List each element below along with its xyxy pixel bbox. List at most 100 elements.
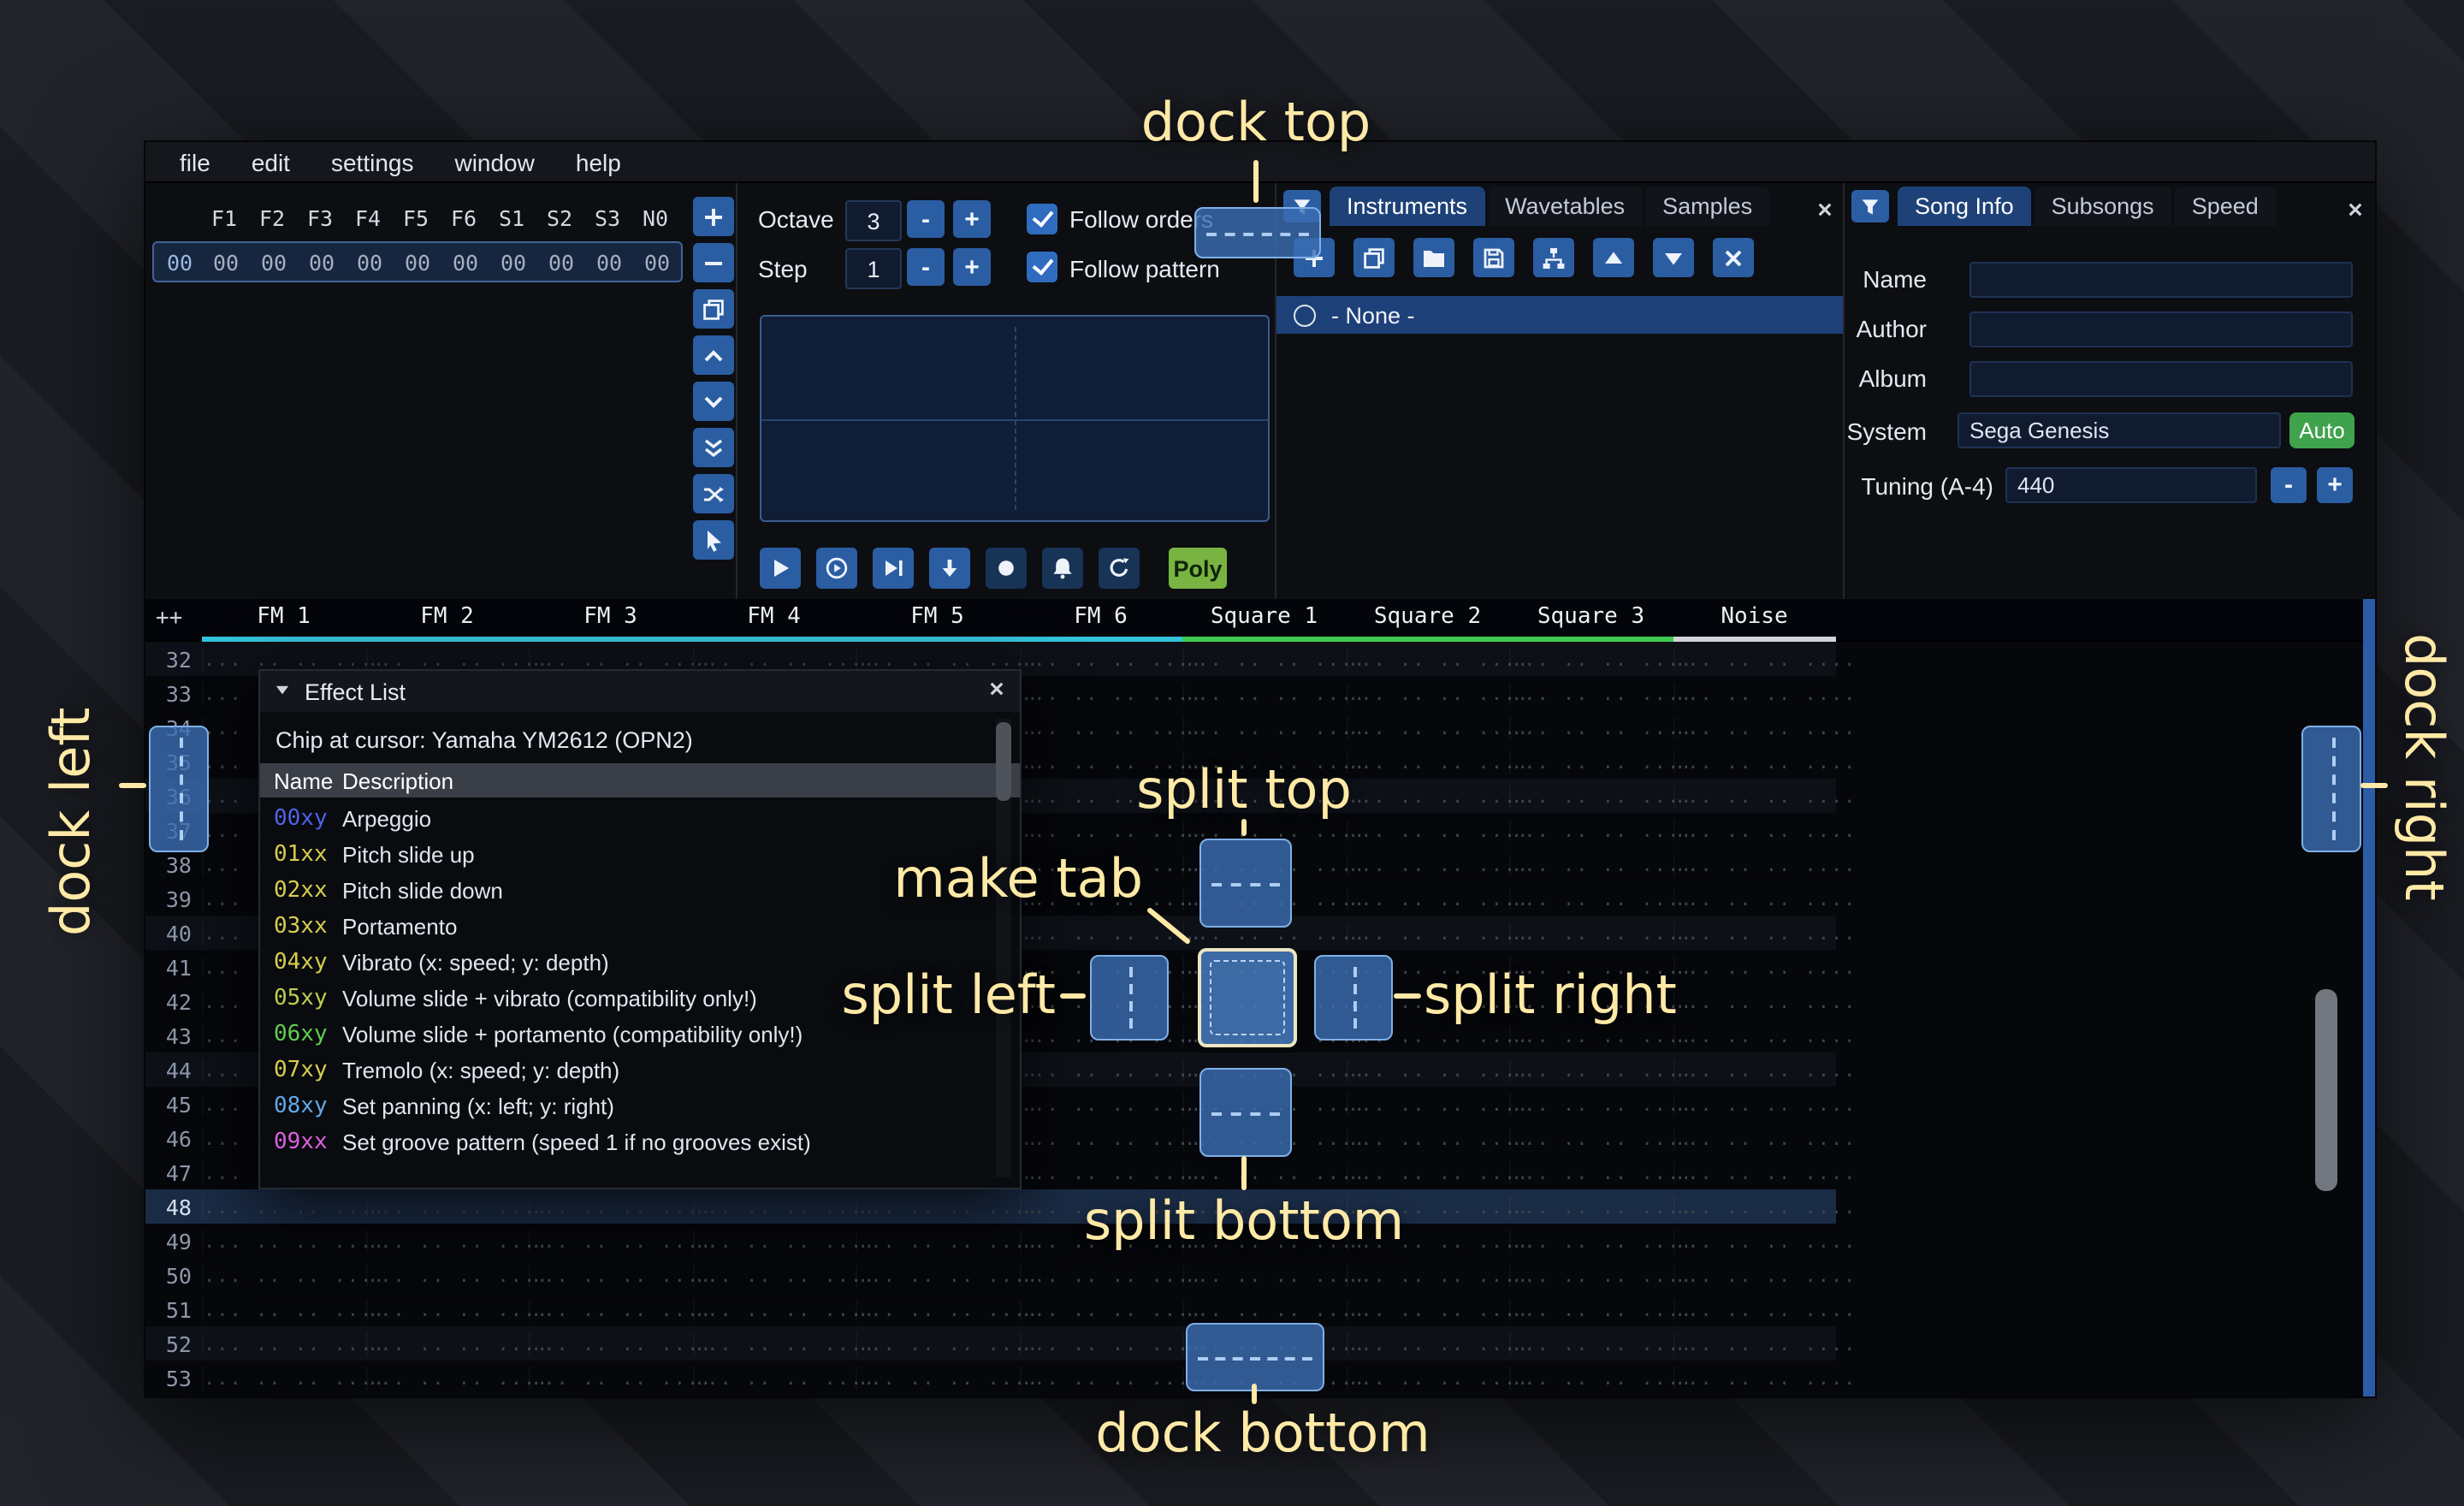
- move-instrument-up-button[interactable]: [1593, 238, 1634, 277]
- pattern-cell[interactable]: ... .. .. ....: [1673, 1264, 1836, 1286]
- follow-orders-checkbox[interactable]: [1027, 204, 1057, 234]
- remove-order-button[interactable]: [693, 243, 734, 282]
- split-target-top[interactable]: [1199, 839, 1292, 928]
- pattern-cell[interactable]: ... .. .. ....: [692, 1195, 856, 1218]
- channel-header-fm-3[interactable]: FM 3: [529, 599, 692, 642]
- pattern-corner-button[interactable]: ++: [156, 606, 182, 631]
- pattern-cell[interactable]: ... .. .. ....: [1346, 853, 1509, 875]
- effect-list-titlebar[interactable]: Effect List: [260, 671, 1020, 712]
- pattern-cell[interactable]: ... .. .. ....: [1509, 819, 1673, 841]
- order-cell[interactable]: 00: [394, 249, 441, 275]
- name-field[interactable]: [1969, 262, 2353, 298]
- menu-window[interactable]: window: [434, 141, 554, 182]
- order-change-mode-button[interactable]: [693, 474, 734, 513]
- split-target-left[interactable]: [1090, 955, 1169, 1041]
- order-cell[interactable]: 00: [346, 249, 394, 275]
- pattern-cell[interactable]: ... .. .. ....: [1346, 1298, 1509, 1320]
- channel-header-fm-1[interactable]: FM 1: [202, 599, 365, 642]
- open-instrument-button[interactable]: [1413, 238, 1454, 277]
- pattern-cell[interactable]: ... .. .. ....: [1673, 1332, 1836, 1355]
- instrument-list-item[interactable]: - None -: [1276, 296, 1845, 334]
- order-cell[interactable]: 00: [202, 249, 250, 275]
- menu-edit[interactable]: edit: [231, 141, 311, 182]
- pattern-cell[interactable]: ... .. .. ....: [1673, 682, 1836, 704]
- pattern-cell[interactable]: ... .. .. ....: [856, 1230, 1019, 1252]
- step-row-button[interactable]: [929, 548, 970, 589]
- pattern-cell[interactable]: ... .. .. ....: [1673, 1298, 1836, 1320]
- pattern-cell[interactable]: ... .. .. ....: [1019, 1093, 1182, 1115]
- pattern-cell[interactable]: ... .. .. ....: [1346, 1367, 1509, 1389]
- pattern-cell[interactable]: ... .. .. ....: [1182, 1264, 1346, 1286]
- pattern-cell[interactable]: ... .. .. ....: [1346, 648, 1509, 670]
- pattern-cell[interactable]: ... .. .. ....: [1509, 887, 1673, 910]
- pattern-cell[interactable]: ... .. .. ....: [1019, 648, 1182, 670]
- dock-target-right[interactable]: [2301, 726, 2361, 852]
- channel-header-fm-6[interactable]: FM 6: [1019, 599, 1182, 642]
- effect-row[interactable]: 07xyTremolo (x: speed; y: depth): [260, 1052, 1020, 1088]
- pattern-cell[interactable]: ... .. .. ....: [1509, 1230, 1673, 1252]
- play-button[interactable]: [760, 548, 801, 589]
- pattern-scrollbar-thumb[interactable]: [2315, 989, 2337, 1191]
- pattern-cell[interactable]: ... .. .. ....: [1673, 648, 1836, 670]
- pattern-cell[interactable]: ... .. .. ....: [1673, 1024, 1836, 1046]
- step-increase-button[interactable]: +: [953, 248, 991, 286]
- pattern-cell[interactable]: ... .. .. ....: [856, 1264, 1019, 1286]
- asset-tab-instruments[interactable]: Instruments: [1330, 187, 1484, 226]
- pattern-row[interactable]: 50... .. .. ....... .. .. ....... .. .. …: [145, 1258, 1836, 1292]
- pattern-cell[interactable]: ... .. .. ....: [365, 1367, 529, 1389]
- pattern-cell[interactable]: ... .. .. ....: [692, 1332, 856, 1355]
- pattern-cell[interactable]: ... .. .. ....: [692, 1264, 856, 1286]
- pattern-cell[interactable]: ... .. .. ....: [1019, 922, 1182, 944]
- pattern-cell[interactable]: ... .. .. ....: [1509, 648, 1673, 670]
- effect-row[interactable]: 00xyArpeggio: [260, 801, 1020, 837]
- pattern-cell[interactable]: ... .. .. ....: [1019, 1127, 1182, 1149]
- pattern-cell[interactable]: ... .. .. ....: [1182, 1161, 1346, 1183]
- pattern-cell[interactable]: ... .. .. ....: [692, 1367, 856, 1389]
- pattern-cell[interactable]: ... .. .. ....: [1509, 922, 1673, 944]
- pattern-cell[interactable]: ... .. .. ....: [1673, 887, 1836, 910]
- pattern-cell[interactable]: ... .. .. ....: [1182, 1298, 1346, 1320]
- pattern-cell[interactable]: ... .. .. ....: [1019, 819, 1182, 841]
- pattern-cell[interactable]: ... .. .. ....: [529, 1367, 692, 1389]
- pattern-cell[interactable]: ... .. .. ....: [1509, 1332, 1673, 1355]
- order-cell[interactable]: 00: [585, 249, 633, 275]
- pattern-cell[interactable]: ... .. .. ....: [529, 1230, 692, 1252]
- move-order-down-button[interactable]: [693, 382, 734, 421]
- pattern-cell[interactable]: ... .. .. ....: [1509, 1298, 1673, 1320]
- pattern-cell[interactable]: ... .. .. ....: [1673, 1058, 1836, 1081]
- order-cell[interactable]: 00: [537, 249, 585, 275]
- duplicate-order-button[interactable]: [693, 289, 734, 329]
- pattern-cell[interactable]: ... .. .. ....: [1673, 716, 1836, 738]
- duplicate-order-to-end-button[interactable]: [693, 428, 734, 467]
- pattern-cell[interactable]: ... .. .. ....: [1673, 750, 1836, 773]
- pattern-cell[interactable]: ... .. .. ....: [1673, 1195, 1836, 1218]
- pattern-cell[interactable]: ... .. .. ....: [1509, 1024, 1673, 1046]
- pattern-cell[interactable]: ... .. .. ....: [856, 1298, 1019, 1320]
- split-target-right[interactable]: [1314, 955, 1393, 1041]
- pattern-cell[interactable]: ... .. .. ....: [1346, 716, 1509, 738]
- poly-button[interactable]: Poly: [1169, 548, 1227, 589]
- asset-tab-samples[interactable]: Samples: [1645, 187, 1769, 226]
- pattern-cell[interactable]: ... .. .. ....: [1019, 1264, 1182, 1286]
- pattern-cell[interactable]: ... .. .. ....: [692, 1230, 856, 1252]
- pattern-cell[interactable]: ... .. .. ....: [1509, 682, 1673, 704]
- pattern-cell[interactable]: ... .. .. ....: [1509, 1058, 1673, 1081]
- duplicate-instrument-button[interactable]: [1353, 238, 1395, 277]
- pattern-cell[interactable]: ... .. .. ....: [1019, 1058, 1182, 1081]
- close-icon[interactable]: [987, 679, 1006, 697]
- pattern-cell[interactable]: ... .. .. ....: [1509, 785, 1673, 807]
- song-tab-subsongs[interactable]: Subsongs: [2035, 187, 2171, 226]
- pattern-cell[interactable]: ... .. .. ....: [1346, 1264, 1509, 1286]
- channel-header-fm-5[interactable]: FM 5: [856, 599, 1019, 642]
- effect-row[interactable]: 03xxPortamento: [260, 909, 1020, 945]
- pattern-cell[interactable]: ... .. .. ....: [1673, 1230, 1836, 1252]
- pattern-row[interactable]: 53... .. .. ....... .. .. ....... .. .. …: [145, 1361, 1836, 1395]
- pattern-cell[interactable]: ... .. .. ....: [1019, 1367, 1182, 1389]
- channel-header-noise[interactable]: Noise: [1673, 599, 1836, 642]
- pattern-cell[interactable]: ... .. .. ....: [1673, 1127, 1836, 1149]
- channel-header-square-1[interactable]: Square 1: [1182, 599, 1346, 642]
- pattern-row[interactable]: 52... .. .. ....... .. .. ....... .. .. …: [145, 1326, 1836, 1361]
- make-tab-target[interactable]: [1198, 948, 1297, 1047]
- pattern-cell[interactable]: ... .. .. ....: [365, 648, 529, 670]
- channel-header-fm-4[interactable]: FM 4: [692, 599, 856, 642]
